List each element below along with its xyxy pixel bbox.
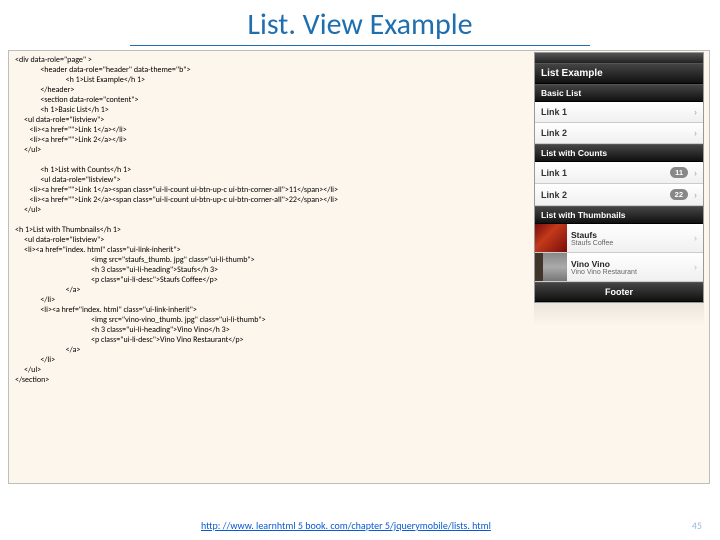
code-line: </section> bbox=[15, 375, 49, 385]
code-line: <p class="ui-li-desc">Staufs Coffee</p> bbox=[15, 275, 218, 285]
code-line: <li><a href="">Link 2</a></li> bbox=[15, 135, 127, 145]
code-line: <header data-role="header" data-theme="b… bbox=[15, 65, 190, 75]
chevron-right-icon: › bbox=[694, 168, 697, 178]
code-line: <h 3 class="ui-li-heading">Staufs</h 3> bbox=[15, 265, 218, 275]
list-item-count1[interactable]: Link 1 11 › bbox=[535, 162, 703, 184]
chevron-right-icon: › bbox=[694, 233, 697, 243]
thumb-heading: Vino Vino bbox=[571, 259, 690, 269]
code-line: </ul> bbox=[15, 365, 41, 375]
count-badge: 11 bbox=[670, 167, 688, 178]
code-line: <section data-role="content"> bbox=[15, 95, 138, 105]
code-line: <p class="ui-li-desc">Vino Vino Restaura… bbox=[15, 335, 244, 345]
list-label: Link 2 bbox=[541, 190, 567, 200]
section-basic-list: Basic List bbox=[535, 84, 703, 102]
code-line: <li><a href="">Link 1</a></li> bbox=[15, 125, 127, 135]
code-line: <li><a href="index. html" class="ui-link… bbox=[15, 245, 181, 255]
slide-title: List. View Example bbox=[0, 0, 720, 45]
code-line: </ul> bbox=[15, 205, 41, 215]
chevron-right-icon: › bbox=[694, 128, 697, 138]
code-line: <img src="staufs_thumb. jpg" class="ui-l… bbox=[15, 255, 255, 265]
section-list-counts: List with Counts bbox=[535, 144, 703, 162]
phone-header: List Example bbox=[535, 63, 703, 84]
code-line: <h 3 class="ui-li-heading">Vino Vino</h … bbox=[15, 325, 230, 335]
code-line: <h 1>List with Counts</h 1> bbox=[15, 165, 131, 175]
count-badge: 22 bbox=[670, 189, 688, 200]
chevron-right-icon: › bbox=[694, 262, 697, 272]
code-line: <h 1>List Example</h 1> bbox=[15, 75, 145, 85]
code-line: <ul data-role="listview"> bbox=[15, 115, 104, 125]
list-label: Link 1 bbox=[541, 168, 567, 178]
code-line: <li><a href="">Link 2</a><span class="ui… bbox=[15, 195, 338, 205]
code-line: <h 1>Basic List</h 1> bbox=[15, 105, 109, 115]
code-line: </ul> bbox=[15, 145, 41, 155]
code-line: <div data-role="page" > bbox=[15, 55, 92, 65]
code-line: <ul data-role="listview"> bbox=[15, 235, 104, 245]
code-line: </a> bbox=[15, 345, 80, 355]
list-label: Link 2 bbox=[541, 128, 567, 138]
code-line: <img src="vino-vino_thumb. jpg" class="u… bbox=[15, 315, 266, 325]
list-item-count2[interactable]: Link 2 22 › bbox=[535, 184, 703, 206]
page-number: 45 bbox=[692, 519, 702, 532]
chevron-right-icon: › bbox=[694, 107, 697, 117]
title-underline bbox=[130, 45, 590, 46]
list-item-link2[interactable]: Link 2 › bbox=[535, 123, 703, 144]
code-line: </li> bbox=[15, 355, 55, 365]
phone-mockup: List Example Basic List Link 1 › Link 2 … bbox=[534, 52, 704, 303]
phone-footer: Footer bbox=[535, 282, 703, 302]
code-line: </li> bbox=[15, 295, 55, 305]
code-line: <li><a href="">Link 1</a><span class="ui… bbox=[15, 185, 338, 195]
chevron-right-icon: › bbox=[694, 190, 697, 200]
section-list-thumbnails: List with Thumbnails bbox=[535, 206, 703, 224]
thumb-desc: Staufs Coffee bbox=[571, 240, 690, 247]
code-line: <h 1>List with Thumbnails</h 1> bbox=[15, 225, 121, 235]
thumbnail-image bbox=[535, 224, 567, 252]
thumbnail-image bbox=[535, 253, 567, 281]
code-line: </header> bbox=[15, 85, 74, 95]
source-link[interactable]: http: //www. learnhtml 5 book. com/chapt… bbox=[201, 519, 491, 532]
list-label: Link 1 bbox=[541, 107, 567, 117]
code-line: <ul data-role="listview"> bbox=[15, 175, 121, 185]
code-line: </a> bbox=[15, 285, 80, 295]
list-item-link1[interactable]: Link 1 › bbox=[535, 102, 703, 123]
thumb-item-vino[interactable]: Vino Vino Vino Vino Restaurant › bbox=[535, 253, 703, 282]
thumb-item-staufs[interactable]: Staufs Staufs Coffee › bbox=[535, 224, 703, 253]
phone-statusbar bbox=[535, 53, 703, 63]
thumb-desc: Vino Vino Restaurant bbox=[571, 269, 690, 276]
code-line: <li><a href="index. html" class="ui-link… bbox=[15, 305, 197, 315]
thumb-heading: Staufs bbox=[571, 230, 690, 240]
